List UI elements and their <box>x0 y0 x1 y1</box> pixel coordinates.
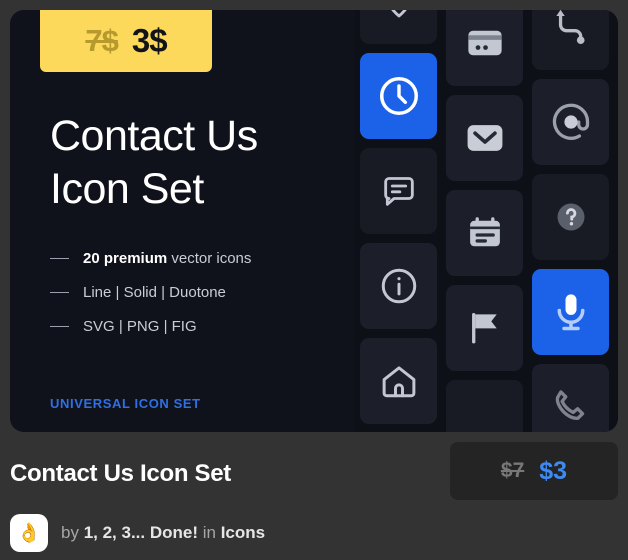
headline-line-2: Icon Set <box>50 165 204 213</box>
card-headline: Contact Us Icon Set <box>50 110 340 216</box>
feature-text: 20 premium vector icons <box>83 250 251 267</box>
feature-item: Line | Solid | Duotone <box>50 284 340 301</box>
flag-icon <box>471 312 497 344</box>
dash-icon <box>50 291 69 294</box>
current-price: $3 <box>539 456 568 485</box>
headline-line-1: Contact Us <box>50 112 258 160</box>
feature-strong: 20 premium <box>83 250 168 267</box>
brand-label: UNIVERSAL ICON SET <box>50 396 201 411</box>
price-pill[interactable]: $7 $3 <box>450 442 618 500</box>
route-icon <box>555 10 585 45</box>
icon-tile-blank[interactable] <box>446 380 523 432</box>
feature-item: SVG | PNG | FIG <box>50 318 340 335</box>
promo-price-badge: 7$ 3$ <box>40 10 212 72</box>
feature-rest: vector icons <box>167 250 252 267</box>
old-price: $7 <box>500 459 525 482</box>
icon-tile-chat-bubble[interactable] <box>360 148 437 234</box>
icon-tile-phone[interactable] <box>532 364 609 432</box>
location-pin-icon <box>390 10 407 18</box>
promo-old-price: 7$ <box>85 23 118 58</box>
author-name[interactable]: 1, 2, 3... Done! <box>84 523 198 542</box>
promo-new-price: 3$ <box>131 22 168 59</box>
phone-icon <box>555 390 584 420</box>
at-sign-icon <box>552 103 589 140</box>
home-icon <box>382 366 415 398</box>
feature-list: 20 premium vector icons Line | Solid | D… <box>50 250 340 352</box>
info-circle-icon <box>381 268 416 304</box>
byline-middle: in <box>198 523 221 542</box>
envelope-icon <box>467 125 502 151</box>
byline-prefix: by <box>61 523 84 542</box>
icon-tile-notes[interactable] <box>446 190 523 276</box>
icon-tile-clock[interactable] <box>360 53 437 139</box>
category-link[interactable]: Icons <box>221 523 265 542</box>
icon-grid-column-3 <box>532 10 609 432</box>
byline: 👌 by 1, 2, 3... Done! in Icons <box>10 514 265 552</box>
clock-icon <box>379 77 418 115</box>
card-meta: Contact Us Icon Set $7 $3 👌 by 1, 2, 3..… <box>0 432 628 560</box>
byline-text: by 1, 2, 3... Done! in Icons <box>61 523 265 543</box>
dash-icon <box>50 325 69 328</box>
icon-tile-home[interactable] <box>360 338 437 424</box>
notes-icon <box>469 217 500 247</box>
microphone-icon <box>557 294 584 331</box>
info-panel: 7$ 3$ Contact Us Icon Set 20 premium vec… <box>10 10 355 432</box>
dash-icon <box>50 257 69 260</box>
item-title[interactable]: Contact Us Icon Set <box>10 460 231 488</box>
avatar: 👌 <box>10 514 48 552</box>
product-card-screen: 7$ 3$ Contact Us Icon Set 20 premium vec… <box>0 0 628 560</box>
chat-bubble-icon <box>383 177 414 206</box>
feature-text: SVG | PNG | FIG <box>83 318 197 335</box>
icon-tile-microphone[interactable] <box>532 269 609 355</box>
preview-card[interactable]: 7$ 3$ Contact Us Icon Set 20 premium vec… <box>10 10 618 432</box>
icon-tile-envelope[interactable] <box>446 95 523 181</box>
icon-tile-question-circle[interactable] <box>532 174 609 260</box>
icon-tile-credit-card[interactable] <box>446 10 523 86</box>
icon-tile-route[interactable] <box>532 10 609 70</box>
icon-tile-flag[interactable] <box>446 285 523 371</box>
feature-item: 20 premium vector icons <box>50 250 340 267</box>
icon-grid-column-2 <box>446 10 523 432</box>
feature-text: Line | Solid | Duotone <box>83 284 226 301</box>
question-circle-icon <box>557 203 584 231</box>
icon-tile-location-pin[interactable] <box>360 10 437 44</box>
icon-grid-column-1 <box>360 10 437 432</box>
credit-card-icon <box>467 30 502 56</box>
icon-grid <box>355 10 618 432</box>
icon-tile-at-sign[interactable] <box>532 79 609 165</box>
icon-tile-info-circle[interactable] <box>360 243 437 329</box>
